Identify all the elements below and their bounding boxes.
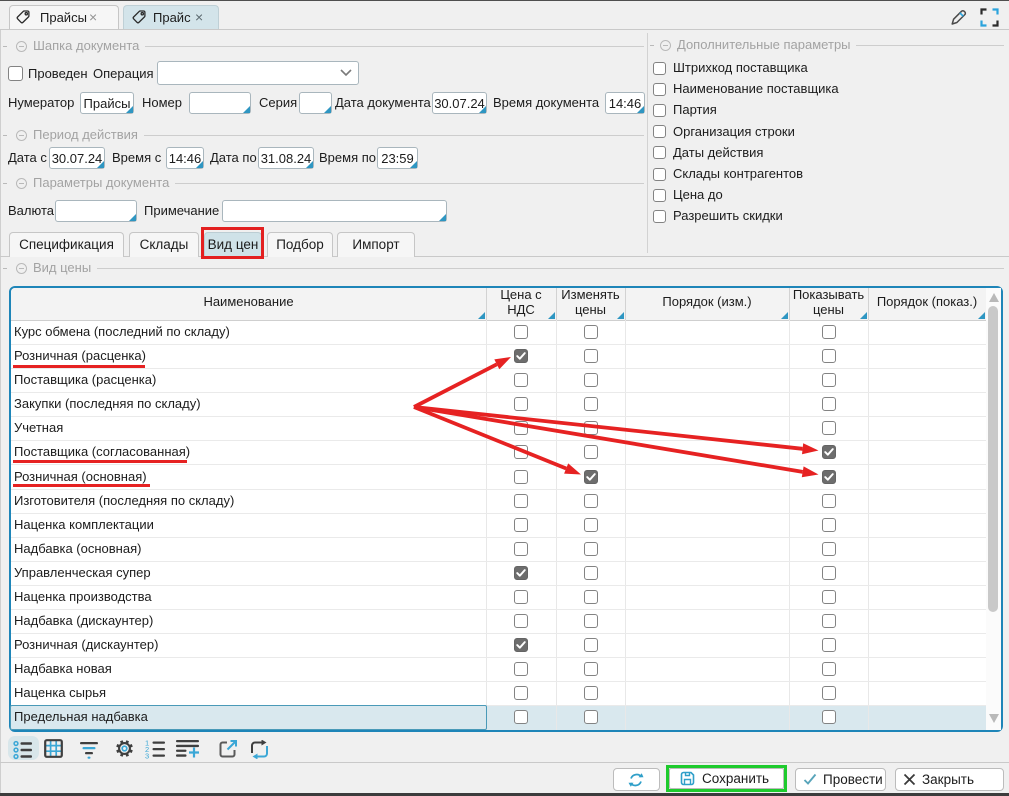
svg-text:3: 3 bbox=[145, 752, 149, 760]
